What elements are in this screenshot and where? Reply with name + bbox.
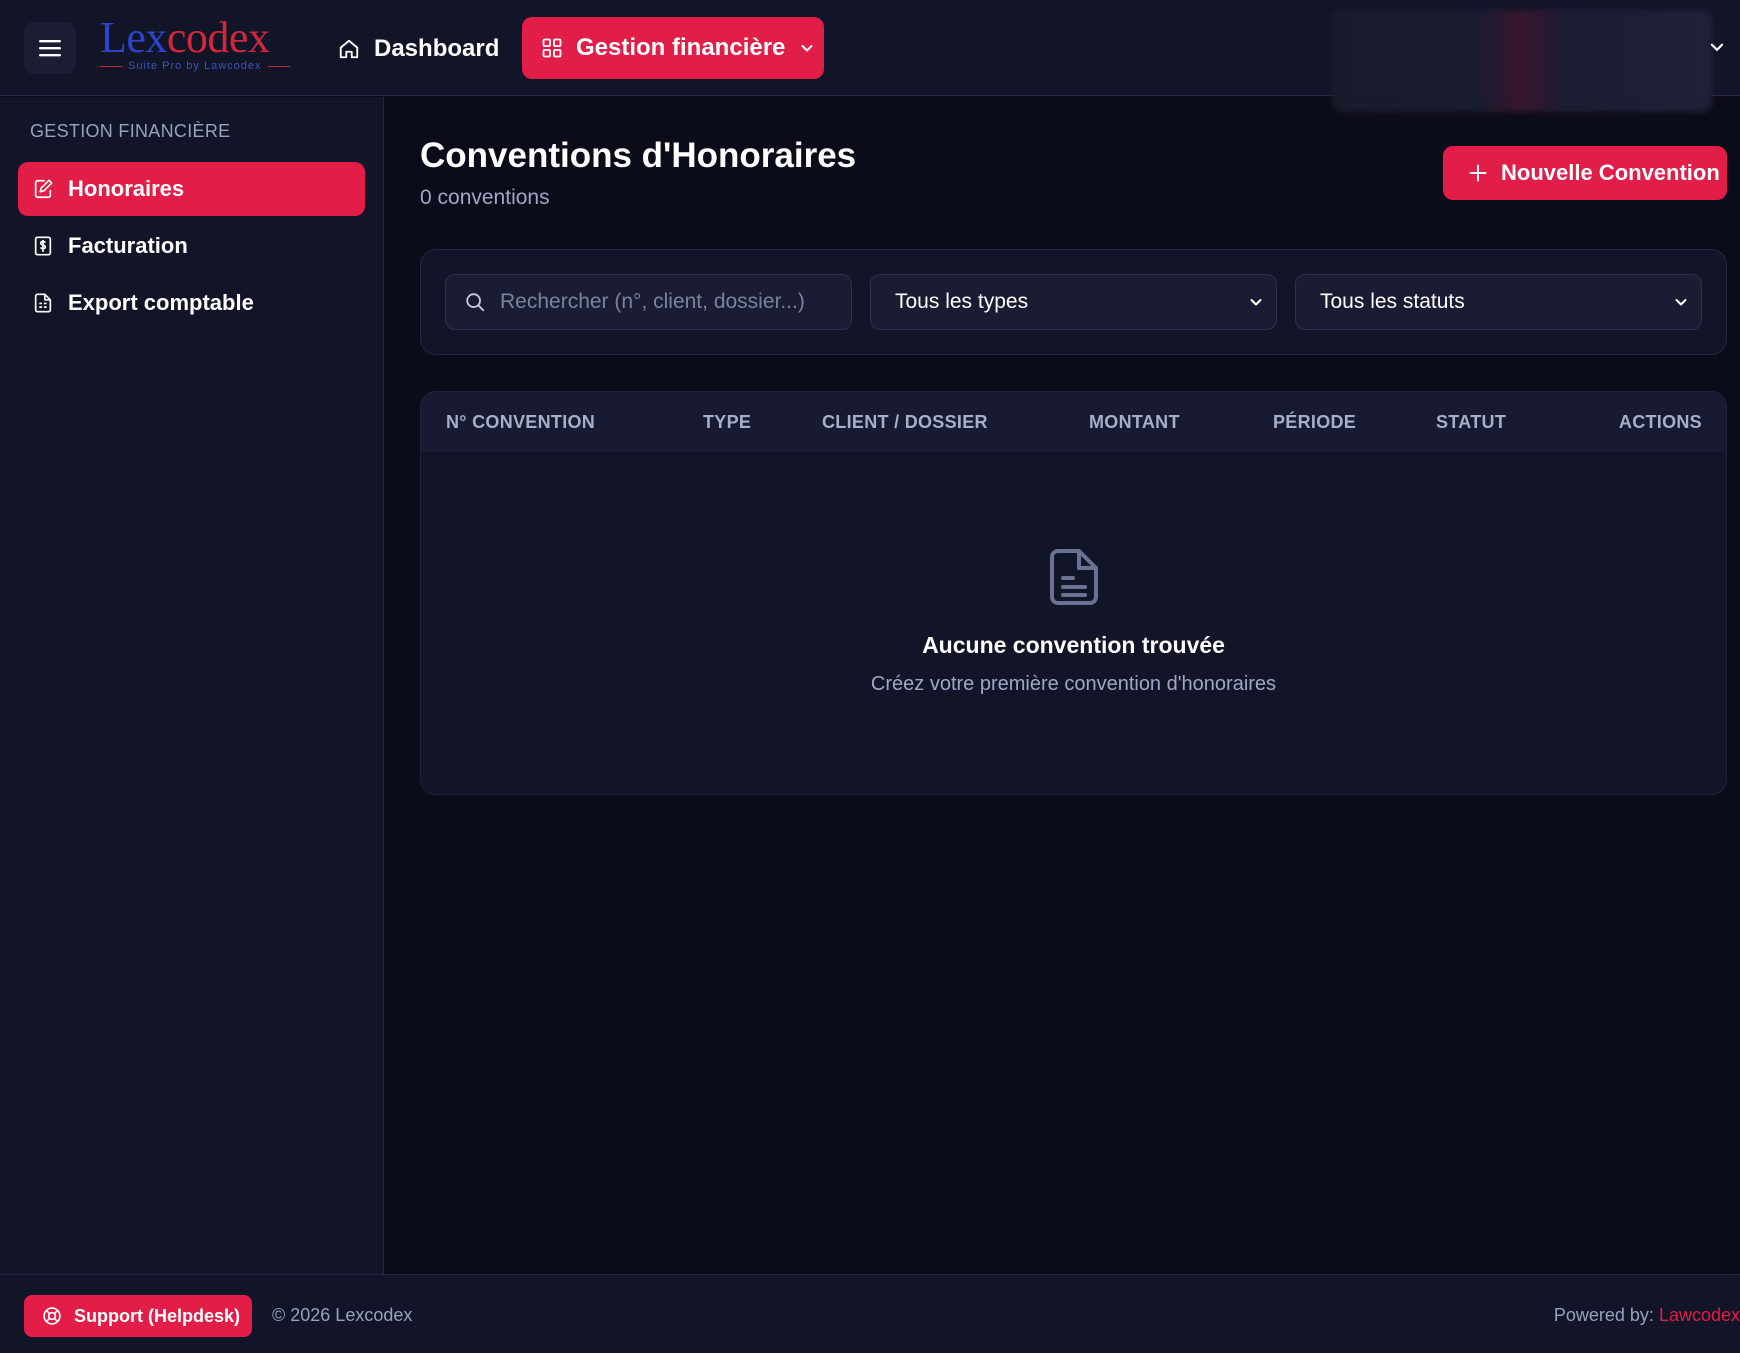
spreadsheet-file-icon — [34, 293, 52, 313]
user-menu-chevron-icon[interactable] — [1708, 38, 1726, 56]
nav-dashboard-label: Dashboard — [374, 35, 500, 62]
type-filter-select[interactable]: Tous les types — [870, 274, 1277, 330]
search-placeholder: Rechercher (n°, client, dossier...) — [500, 290, 805, 313]
table-header: N° CONVENTION TYPE CLIENT / DOSSIER MONT… — [421, 392, 1726, 452]
empty-state-subtitle: Créez votre première convention d'honora… — [870, 673, 1277, 695]
grid-icon — [542, 38, 562, 58]
column-header-type[interactable]: TYPE — [703, 412, 751, 433]
column-header-n-convention[interactable]: N° CONVENTION — [446, 412, 595, 433]
column-header-periode[interactable]: PÉRIODE — [1273, 412, 1356, 433]
home-icon — [339, 39, 359, 59]
powered-prefix: Powered by: — [1553, 1305, 1659, 1325]
conventions-count: 0 conventions — [420, 186, 550, 209]
copyright-text: © 2026 Lexcodex — [272, 1305, 413, 1325]
sidebar-item-label: Honoraires — [68, 176, 185, 201]
sidebar-item-honoraires[interactable]: Honoraires — [18, 162, 365, 216]
filters-panel: Rechercher (n°, client, dossier...) Tous… — [420, 249, 1727, 355]
page-title: Conventions d'Honoraires — [420, 136, 857, 175]
new-convention-label: Nouvelle Convention — [1501, 160, 1720, 185]
column-header-statut[interactable]: STATUT — [1436, 412, 1506, 433]
logo-name-part2: codex — [166, 13, 270, 62]
conventions-table: N° CONVENTION TYPE CLIENT / DOSSIER MONT… — [420, 391, 1727, 795]
column-header-montant[interactable]: MONTANT — [1089, 412, 1180, 433]
nav-gestion-label: Gestion financière — [576, 34, 786, 61]
menu-icon — [39, 40, 61, 57]
support-label: Support (Helpdesk) — [74, 1305, 241, 1326]
top-bar: Lexcodex Suite Pro by Lawcodex Dashboard… — [0, 0, 1740, 112]
sidebar: GESTION FINANCIÈRE Honoraires Facturatio… — [0, 97, 384, 1274]
powered-by: Powered by: Lawcodex — [1554, 1305, 1740, 1326]
new-convention-button[interactable]: Nouvelle Convention — [1443, 146, 1727, 200]
logo-name-part1: Lex — [100, 13, 167, 62]
hamburger-menu-button[interactable] — [24, 22, 76, 74]
status-filter-value: Tous les statuts — [1320, 290, 1465, 313]
sidebar-item-label: Facturation — [68, 233, 188, 258]
sidebar-item-label: Export comptable — [68, 290, 254, 315]
nav-dashboard[interactable]: Dashboard — [338, 26, 499, 72]
sidebar-item-export-comptable[interactable]: Export comptable — [18, 276, 365, 330]
column-header-actions: ACTIONS — [1618, 412, 1702, 432]
logo-tagline: Suite Pro by Lawcodex — [128, 60, 262, 72]
type-filter-value: Tous les types — [895, 290, 1029, 313]
chevron-down-icon — [801, 45, 813, 52]
user-profile-area[interactable] — [1332, 10, 1712, 112]
nav-gestion-financiere-dropdown[interactable]: Gestion financière — [522, 17, 824, 79]
powered-brand-link[interactable]: Lawcodex — [1659, 1305, 1740, 1325]
support-helpdesk-button[interactable]: Support (Helpdesk) — [24, 1295, 252, 1337]
chevron-down-icon — [1250, 299, 1262, 306]
status-filter-select[interactable]: Tous les statuts — [1295, 274, 1702, 330]
app-logo[interactable]: Lexcodex Suite Pro by Lawcodex — [100, 14, 300, 74]
search-input[interactable]: Rechercher (n°, client, dossier...) — [445, 274, 852, 330]
chevron-down-icon — [1675, 299, 1687, 306]
plus-icon — [1469, 164, 1487, 182]
column-header-client-dossier[interactable]: CLIENT / DOSSIER — [822, 412, 988, 433]
empty-state-title: Aucune convention trouvée — [922, 632, 1225, 658]
document-icon — [1050, 549, 1098, 605]
lifebuoy-icon — [43, 1307, 61, 1325]
search-icon — [466, 293, 485, 312]
sidebar-item-facturation[interactable]: Facturation — [18, 219, 365, 273]
edit-document-icon — [34, 179, 53, 199]
invoice-dollar-icon — [34, 236, 52, 256]
footer: Support (Helpdesk) © 2026 Lexcodex Power… — [0, 1274, 1740, 1353]
sidebar-section-title: GESTION FINANCIÈRE — [30, 121, 231, 141]
